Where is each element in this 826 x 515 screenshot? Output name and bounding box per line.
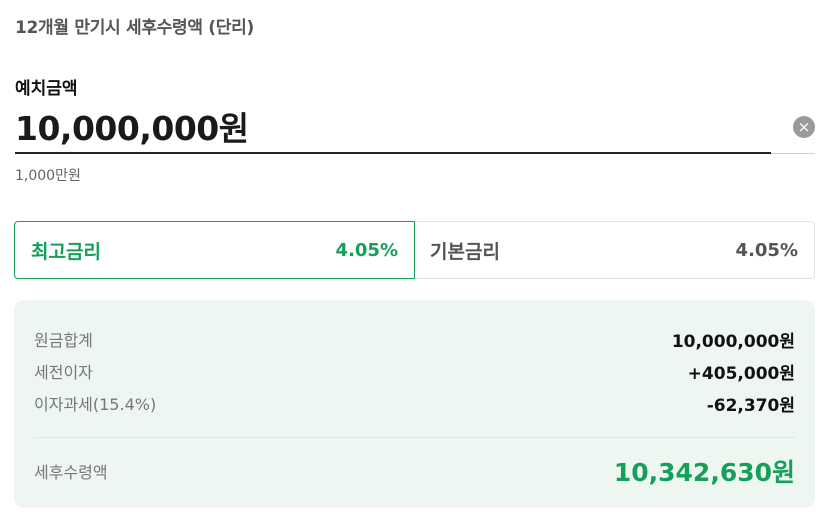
summary-divider (34, 437, 795, 438)
rate-selector: 최고금리 4.05% 기본금리 4.05% (14, 221, 815, 281)
summary-row-value: 10,000,000원 (671, 331, 795, 352)
summary-row-value: +405,000원 (687, 363, 795, 384)
calculator-panel: 12개월 만기시 세후수령액 (단리) 예치금액 10,000,000원 × 1… (0, 0, 826, 515)
summary-row-interest-tax: 이자과세(15.4%) -62,370원 (34, 390, 795, 416)
deposit-amount-value[interactable]: 10,000,000원 (15, 102, 249, 150)
rate-option-label: 기본금리 (430, 240, 500, 263)
summary-row-value: -62,370원 (706, 395, 795, 416)
summary-row-label: 세전이자 (34, 363, 93, 382)
input-underline-rest (771, 153, 815, 154)
page-title: 12개월 만기시 세후수령액 (단리) (15, 18, 254, 38)
summary-row-label: 원금합계 (34, 331, 93, 350)
summary-total-row: 세후수령액 10,342,630원 (34, 452, 795, 490)
rate-option-label: 최고금리 (31, 240, 101, 263)
input-underline (15, 152, 771, 154)
deposit-helper-text: 1,000만원 (15, 168, 81, 184)
rate-option-value: 4.05% (335, 239, 398, 261)
deposit-input[interactable]: 10,000,000원 × (15, 100, 815, 154)
summary-row-pretax-interest: 세전이자 +405,000원 (34, 358, 795, 384)
rate-option-value: 4.05% (735, 239, 798, 261)
total-value: 10,342,630원 (613, 458, 795, 487)
rate-option-max[interactable]: 최고금리 4.05% (14, 221, 415, 279)
deposit-label: 예치금액 (15, 79, 78, 99)
rate-option-base[interactable]: 기본금리 4.05% (414, 221, 815, 279)
summary-row-principal: 원금합계 10,000,000원 (34, 326, 795, 352)
clear-icon[interactable]: × (793, 116, 815, 138)
total-label: 세후수령액 (34, 463, 108, 482)
result-summary-box: 원금합계 10,000,000원 세전이자 +405,000원 이자과세(15.… (14, 300, 815, 508)
summary-row-label: 이자과세(15.4%) (34, 395, 157, 414)
